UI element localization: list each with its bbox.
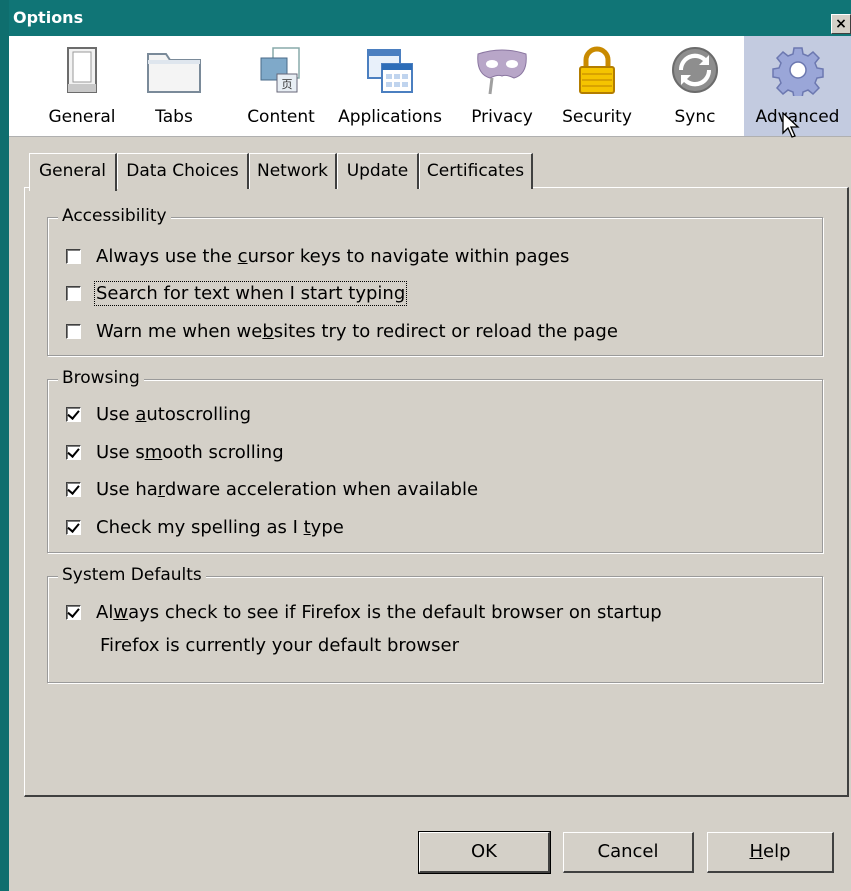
tab-label: General <box>39 161 106 181</box>
window-title: Options <box>13 8 84 27</box>
browsing-group: Browsing Use autoscrolling Use smooth sc… <box>47 368 823 553</box>
checkbox[interactable] <box>66 604 81 620</box>
system-defaults-group: System Defaults Always check to see if F… <box>47 565 823 683</box>
general-icon <box>67 47 97 93</box>
option-label: Always use the cursor keys to navigate w… <box>96 245 570 267</box>
pane-label: General <box>48 107 116 127</box>
pane-toolbar: General Tabs 页 Content Applications Priv… <box>9 36 851 137</box>
option-label: Warn me when websites try to redirect or… <box>96 320 618 342</box>
smooth-scrolling-option[interactable]: Use smooth scrolling <box>66 439 284 465</box>
help-accesskey: H <box>749 841 764 862</box>
tabs-icon <box>147 53 201 93</box>
pane-label: Applications <box>338 107 442 127</box>
checkbox[interactable] <box>66 285 81 301</box>
applications-icon <box>367 49 413 93</box>
default-browser-status: Firefox is currently your default browse… <box>100 635 459 656</box>
pane-sync[interactable]: Sync <box>655 36 735 136</box>
checkbox[interactable] <box>66 248 81 264</box>
option-label: Use autoscrolling <box>96 403 251 425</box>
pane-privacy[interactable]: Privacy <box>457 36 547 136</box>
tab-label: Network <box>257 161 328 181</box>
close-icon: × <box>835 16 847 32</box>
sync-icon <box>672 47 718 93</box>
svg-text:页: 页 <box>282 78 293 91</box>
cursor-keys-option[interactable]: Always use the cursor keys to navigate w… <box>66 243 569 269</box>
options-dialog: Options × General Tabs 页 Content Applica… <box>0 0 851 891</box>
accessibility-group: Accessibility Always use the cursor keys… <box>47 206 823 356</box>
checkbox[interactable] <box>66 481 81 497</box>
pane-label: Content <box>247 107 315 127</box>
pane-general[interactable]: General <box>37 36 127 136</box>
default-browser-check-option[interactable]: Always check to see if Firefox is the de… <box>66 599 662 625</box>
pane-label: Tabs <box>155 107 193 127</box>
autoscrolling-option[interactable]: Use autoscrolling <box>66 401 251 427</box>
tab-label: Certificates <box>426 161 525 181</box>
option-label: Search for text when I start typing <box>93 280 408 306</box>
mouse-cursor-icon <box>782 112 800 138</box>
pane-tabs[interactable]: Tabs <box>129 36 219 136</box>
content-icon: 页 <box>260 47 300 93</box>
checkbox[interactable] <box>66 444 81 460</box>
window-frame <box>0 0 9 891</box>
pane-label: Sync <box>674 107 716 127</box>
warn-redirect-option[interactable]: Warn me when websites try to redirect or… <box>66 318 618 344</box>
group-legend: Accessibility <box>58 206 171 226</box>
group-legend: Browsing <box>58 368 144 388</box>
pane-security[interactable]: Security <box>552 36 642 136</box>
hardware-acceleration-option[interactable]: Use hardware acceleration when available <box>66 476 478 502</box>
ok-button[interactable]: OK <box>418 831 551 874</box>
tab-update[interactable]: Update <box>337 153 419 189</box>
checkbox[interactable] <box>66 323 81 339</box>
option-label: Use smooth scrolling <box>96 441 284 463</box>
tab-label: Update <box>346 161 409 181</box>
close-button[interactable]: × <box>831 14 851 34</box>
option-label: Always check to see if Firefox is the de… <box>96 601 662 623</box>
tab-label: Data Choices <box>126 161 239 181</box>
tab-data-choices[interactable]: Data Choices <box>117 153 249 189</box>
pane-label: Privacy <box>471 107 533 127</box>
title-bar[interactable]: Options × <box>9 0 851 36</box>
tab-certificates[interactable]: Certificates <box>419 153 533 189</box>
privacy-mask-icon <box>477 49 527 95</box>
spell-check-option[interactable]: Check my spelling as I type <box>66 514 344 540</box>
group-legend: System Defaults <box>58 565 206 585</box>
option-label: Check my spelling as I type <box>96 516 344 538</box>
tab-network[interactable]: Network <box>249 153 337 189</box>
option-label: Use hardware acceleration when available <box>96 478 479 500</box>
help-label: elp <box>763 841 791 862</box>
checkbox[interactable] <box>66 519 81 535</box>
pane-applications[interactable]: Applications <box>335 36 445 136</box>
pane-content[interactable]: 页 Content <box>231 36 331 136</box>
search-typing-option[interactable]: Search for text when I start typing <box>66 280 408 306</box>
gear-icon <box>771 47 824 96</box>
help-button[interactable]: Help <box>707 832 834 873</box>
cancel-button[interactable]: Cancel <box>563 832 694 873</box>
padlock-icon <box>579 46 615 94</box>
checkbox[interactable] <box>66 406 81 422</box>
pane-label: Security <box>562 107 632 127</box>
tab-general[interactable]: General <box>29 153 117 191</box>
